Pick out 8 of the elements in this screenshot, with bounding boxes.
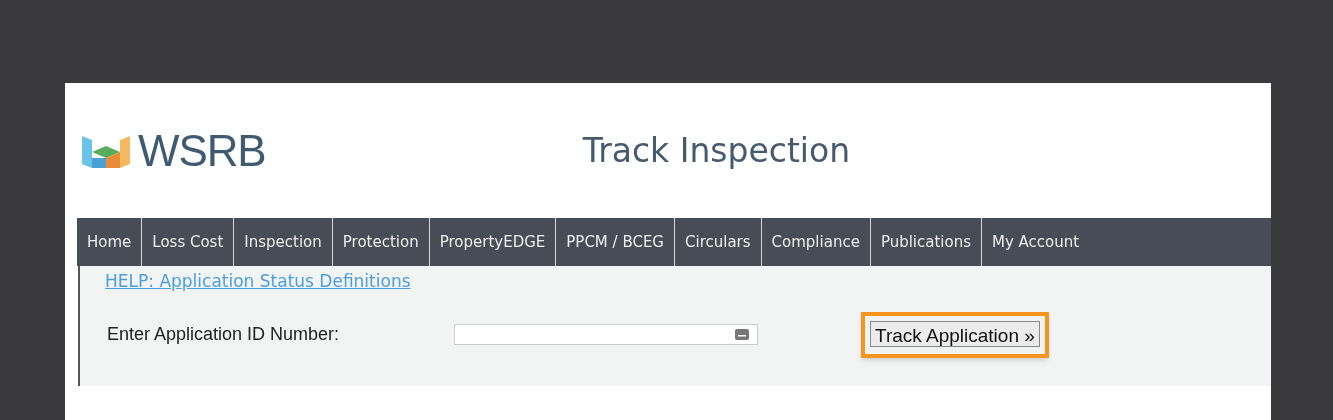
page-title: Track Inspection	[582, 129, 851, 172]
id-input-field[interactable]	[454, 324, 758, 345]
logo-icon	[82, 133, 130, 168]
keyboard-icon	[735, 329, 749, 340]
nav-tab[interactable]: Home	[77, 218, 142, 266]
track-application-button[interactable]: Track Application »	[870, 320, 1040, 347]
field-label: Enter Application ID Number:	[107, 323, 341, 346]
logo-text: WSRB	[138, 128, 266, 173]
